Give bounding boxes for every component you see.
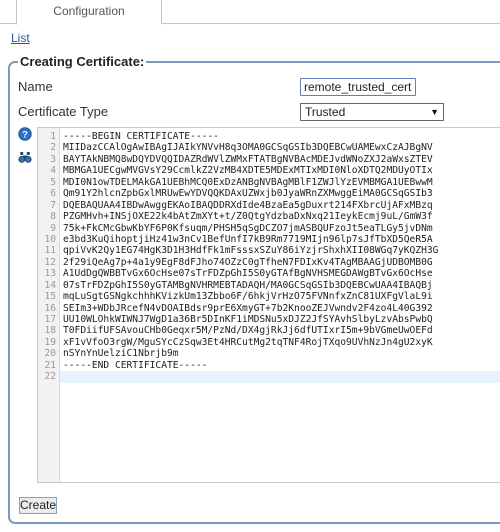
line-number: 11 <box>44 245 56 257</box>
code-line[interactable]: DQEBAQUAA4IBDwAwggEKAoIBAQDDRXdIde4BzaEa… <box>63 200 500 211</box>
tab-bar: Configuration <box>0 0 500 25</box>
create-button[interactable]: Create <box>19 497 57 514</box>
list-link[interactable]: List <box>11 31 30 45</box>
certificate-type-select[interactable]: Trusted ▼ <box>300 103 444 121</box>
code-line[interactable]: xF1vVfoO3rgW/MguSYcCzSqw3Et4HRCutMg2tqTN… <box>63 337 500 348</box>
line-number: 2 <box>50 142 56 154</box>
line-number: 9 <box>50 222 56 234</box>
code-line[interactable]: PZGMHvh+INSjOXE22k4bAtZmXYt+t/Z0QtgYdzba… <box>63 211 500 222</box>
code-line[interactable]: -----END CERTIFICATE----- <box>63 360 500 371</box>
code-line[interactable]: 07sTrFDZpGhI5S0yGTAMBgNVHRMEBTADAQH/MA0G… <box>63 280 500 291</box>
code-line[interactable]: -----BEGIN CERTIFICATE----- <box>63 131 500 142</box>
line-number: 19 <box>44 336 56 348</box>
code-line[interactable]: MBMGA1UECgwMVGVsY29CcmlkZ2VzMB4XDTE5MDEx… <box>63 165 500 176</box>
certificate-editor[interactable]: 1 2 3 4 5 6 7 8 9 10 11 12 13 14 15 16 17 18 19 20 21 22 ----… <box>37 127 500 483</box>
line-number-gutter: 1 2 3 4 5 6 7 8 9 10 11 12 13 14 15 16 17 18 19 20 21 22 <box>38 128 60 482</box>
line-number: 21 <box>44 359 56 371</box>
line-number: 4 <box>50 165 56 177</box>
code-line[interactable]: Qm91Y2hlcnZpbGxlMRUwEwYDVQQKDAxUZWxjb0Jy… <box>63 188 500 199</box>
line-number: 15 <box>44 291 56 303</box>
line-number: 14 <box>44 279 56 291</box>
line-number: 10 <box>44 233 56 245</box>
code-line[interactable]: UU10WLOhkWIWNJ7WgD1a36Br5DInKF1iMDSNu5xD… <box>63 314 500 325</box>
help-icon[interactable]: ? <box>18 127 32 141</box>
code-line[interactable]: SEIm3+WDbJRcefN4vDOAIBdsr9prE6XmyGT+7b2K… <box>63 303 500 314</box>
code-line[interactable]: 75k+FkCMcGbwKbYF6P0Kfsuqm/PHSH5qSgDCZO7j… <box>63 223 500 234</box>
code-line[interactable]: mqLuSgtGSNgkchhhKVizkUm13Zbbo6F/6hkjVrHz… <box>63 291 500 302</box>
line-number: 20 <box>44 348 56 360</box>
code-line[interactable]: BAYTAkNBMQ8wDQYDVQQIDAZRdWVlZWMxFTATBgNV… <box>63 154 500 165</box>
chevron-down-icon: ▼ <box>430 107 439 117</box>
code-line[interactable]: T0FDiifUFSAvouCHb0Geqxr5M/PzNd/DX4gjRkJj… <box>63 325 500 336</box>
certificate-text[interactable]: -----BEGIN CERTIFICATE----- MIIDazCCAlOgA… <box>60 128 500 383</box>
code-line[interactable]: 2f29iQeAg7p+4a1y9EgF8dFJho74OZzC0gTfheN7… <box>63 257 500 268</box>
line-number: 3 <box>50 153 56 165</box>
code-line[interactable]: MDI0N1owTDELMAkGA1UEBhMCQ0ExDzANBgNVBAgM… <box>63 177 500 188</box>
code-line[interactable]: qpiVvK2Qy1EG74HgK3D1H3HdfFk1mFsssxSZuY86… <box>63 245 500 256</box>
line-number: 22 <box>44 371 56 383</box>
editor-tools: ? <box>18 127 34 173</box>
certificate-type-value: Trusted <box>305 105 346 119</box>
code-line[interactable]: MIIDazCCAlOgAwIBAgIJAIkYNVvH8q3OMA0GCSqG… <box>63 142 500 153</box>
code-line[interactable]: nSYnYnUelziC1Nbrjb9m <box>63 348 500 359</box>
line-number: 17 <box>44 314 56 325</box>
name-label: Name <box>18 79 53 94</box>
line-number: 6 <box>50 188 56 200</box>
code-line[interactable] <box>60 371 500 383</box>
line-number: 8 <box>50 211 56 223</box>
line-number: 16 <box>44 302 56 314</box>
line-number: 5 <box>50 176 56 188</box>
certificate-type-label: Certificate Type <box>18 104 109 119</box>
line-number: 7 <box>50 199 56 211</box>
line-number: 1 <box>50 131 56 142</box>
line-number: 18 <box>44 325 56 337</box>
svg-text:?: ? <box>22 130 28 141</box>
line-number: 12 <box>44 256 56 268</box>
line-number: 13 <box>44 268 56 280</box>
code-line[interactable]: e3bd3KuQihoptjiHz41w3nCv1BefUnfI7kB9Rm77… <box>63 234 500 245</box>
code-line[interactable]: A1UdDgQWBBTvGx6OcHse07sTrFDZpGhI5S0yGTAf… <box>63 268 500 279</box>
name-input[interactable] <box>300 78 416 96</box>
panel-title: Creating Certificate: <box>20 54 145 69</box>
binoculars-icon[interactable] <box>18 150 32 164</box>
tab-configuration[interactable]: Configuration <box>16 0 162 25</box>
